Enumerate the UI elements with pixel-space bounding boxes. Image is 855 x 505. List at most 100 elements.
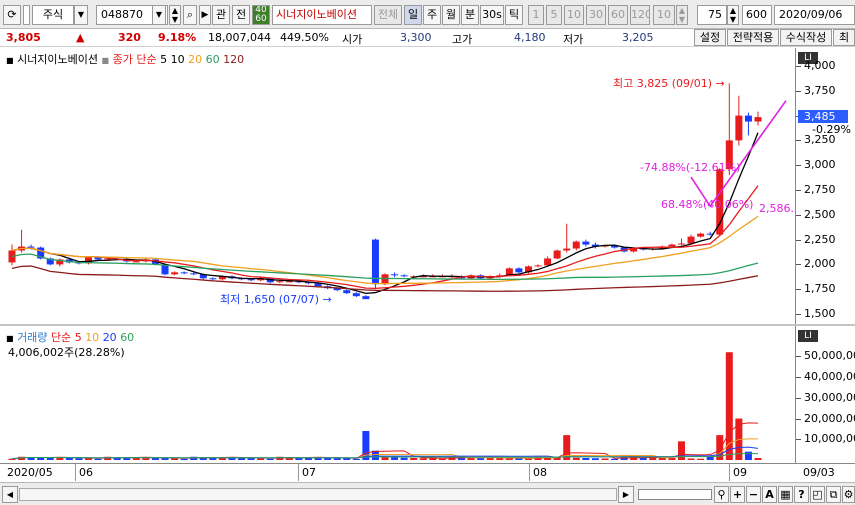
candle-body [697,233,705,237]
window-icon[interactable]: ◰ [810,486,825,503]
quote-info-row: 3,805 ▲ 320 9.18% 18,007,044 449.50% 시가 … [0,29,855,47]
chart-window: ⟳ 주식 ▼ 048870 ▼ ▲ ▼ ⌕ ▶ 관 전 40 60 시너지이노베이… [0,0,855,505]
volume-scale-tickmark [796,439,801,441]
period-30s-button[interactable]: 30s [480,5,504,25]
period-day-button[interactable]: 일 [404,5,422,25]
interval-input[interactable]: 10 [653,5,675,25]
settings-icon[interactable]: ⚙ [842,486,855,503]
copy-icon[interactable]: ⧉ [826,486,841,503]
strategy-apply-button[interactable]: 전략적용 [727,29,779,46]
interval-stepper-icon[interactable]: ▲ ▼ [676,5,688,25]
candle-body [677,243,685,245]
sixty-button[interactable]: 40 60 [252,5,270,25]
volume-bar [744,451,752,460]
volume-bar [257,458,265,460]
price-scale-tick: 3,750 [804,83,836,97]
current-price: 3,805 [6,31,41,44]
volume-bar [151,458,159,460]
period-tick-button[interactable]: 틱 [505,5,523,25]
search-icon[interactable]: ⌕ [183,5,197,25]
candle-body [247,279,255,281]
price-scale-tickmark [796,239,801,241]
xaxis-label-sep: 09 [733,466,747,479]
volume-pane: ■ 거래량 단순 5 10 20 60 4,006,002주(28.28%) L… [0,326,855,463]
candle-body [171,272,179,275]
formula-write-button[interactable]: 수식작성 [780,29,832,46]
candle-body [668,244,676,247]
interval-1-button[interactable]: 1 [528,5,544,25]
price-scale-tickmark [796,140,801,142]
zoom-out-icon[interactable]: − [746,486,761,503]
zoom-slider[interactable] [638,489,712,500]
xaxis-separator [75,464,76,481]
price-scale-tickmark [796,90,801,92]
volume-bar [324,458,332,460]
open-value: 3,300 [400,31,432,44]
volume-bar [410,458,418,460]
volume-bar [611,458,619,460]
horizontal-scrollbar[interactable] [19,488,617,501]
volume-bar [706,456,714,460]
all-period-button[interactable]: 전체 [374,5,402,25]
volume-bar [754,458,762,460]
volume-chart-plot[interactable] [0,326,795,463]
interval-10-button[interactable]: 10 [564,5,584,25]
period-minute-button[interactable]: 분 [461,5,479,25]
refresh-icon[interactable]: ⟳ [3,5,21,25]
candle-body [391,274,399,276]
volume-bar [180,458,188,460]
market-select-value: 주식 [42,8,64,21]
volume-bar [601,458,609,460]
low-annotation: 최저 1,650 (07/07) → [220,293,332,306]
candle-body [400,275,408,277]
code-dropdown-icon[interactable]: ▼ [152,5,166,25]
period-week-button[interactable]: 주 [423,5,441,25]
current-price-tag: 3,485 [798,110,848,123]
play-icon[interactable]: ▶ [199,5,211,25]
interval-5-button[interactable]: 5 [546,5,562,25]
chevron-down-icon[interactable]: ▼ [74,5,88,25]
date-input[interactable]: 2020/09/06 [774,5,855,25]
xaxis-separator [729,464,730,481]
candle-body [362,296,370,300]
code-stepper-icon[interactable]: ▲ ▼ [169,5,181,25]
interval-30-button[interactable]: 30 [586,5,606,25]
price-scale[interactable]: LI 4,0003,7503,5003,2503,0002,7502,5002,… [795,48,855,324]
text-tool-icon[interactable]: A [762,486,777,503]
toolbar: ⟳ 주식 ▼ 048870 ▼ ▲ ▼ ⌕ ▶ 관 전 40 60 시너지이노베이… [0,0,855,29]
price-scale-tickmark [796,264,801,266]
volume-percent: 449.50% [280,31,329,44]
interest-button[interactable]: 관 [212,5,230,25]
period-month-button[interactable]: 월 [442,5,460,25]
candle-body [381,274,389,285]
settings-button[interactable]: 설정 [694,29,726,46]
candle-body [572,241,580,249]
help-icon[interactable]: ? [794,486,809,503]
all-button[interactable]: 전 [232,5,250,25]
interval-60-button[interactable]: 60 [608,5,628,25]
market-select[interactable]: 주식 [32,5,74,25]
stock-name-field[interactable]: 시너지이노베이션 [272,5,372,25]
market-marker [23,5,30,25]
scroll-left-icon[interactable]: ◀ [2,486,18,503]
change-percent: 9.18% [158,31,197,44]
zoom-in-icon[interactable]: + [730,486,745,503]
count2-input[interactable]: 600 [742,5,772,25]
price-scale-tick: 1,750 [804,282,836,296]
count-input[interactable]: 75 [697,5,727,25]
price-scale-tickmark [796,289,801,291]
volume-bar [65,458,73,460]
high-value: 4,180 [514,31,546,44]
optimize-button[interactable]: 최적 [833,29,855,46]
interval-120-button[interactable]: 120 [630,5,650,25]
count-stepper-icon[interactable]: ▲ ▼ [727,5,739,25]
price-pane: ■ 시너지이노베이션 ■ 종가 단순 5 10 20 60 120 최고 3,8… [0,48,855,324]
scroll-right-icon[interactable]: ▶ [618,486,634,503]
tool-icon[interactable]: ⚲ [714,486,729,503]
candle-body [735,115,743,141]
volume-scale[interactable]: LI 50,000,00 40,000,00 30,000,00 20,000,00 1… [795,326,855,463]
high-label: 고가 [452,33,473,46]
volume-bar [400,457,408,460]
xaxis-label-jun: 06 [79,466,93,479]
grid-icon[interactable]: ▦ [778,486,793,503]
